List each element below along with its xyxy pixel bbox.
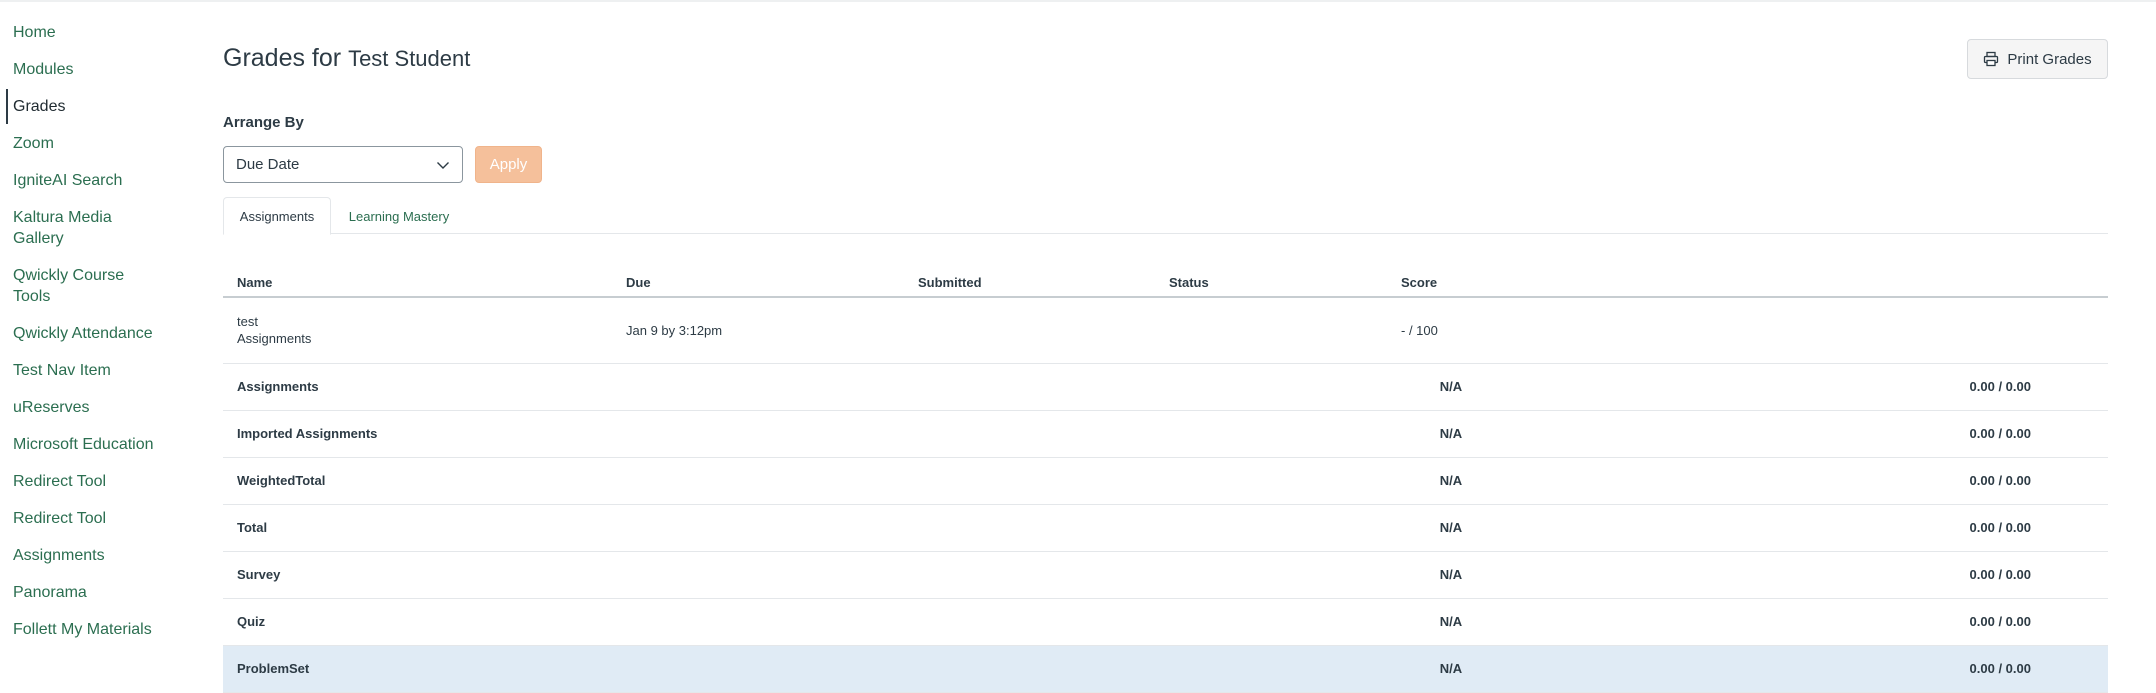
assignment-score: - / 100 [1401,297,1501,364]
print-grades-label: Print Grades [2007,50,2092,68]
table-row: Quiz N/A 0.00 / 0.00 [223,598,2108,646]
apply-button[interactable]: Apply [475,146,542,183]
row-spacer [1169,551,1401,599]
table-row: Assignments N/A 0.00 / 0.00 [223,363,2108,411]
group-name: Quiz [223,598,626,646]
group-name: Imported Assignments [223,410,626,458]
assignment-status [1169,297,1401,364]
row-spacer [918,551,1169,599]
column-header-score[interactable]: Score [1401,268,1501,298]
sidebar-item-qwickly-attendance[interactable]: Qwickly Attendance [0,323,200,344]
row-spacer [1169,457,1401,505]
sidebar-item-home[interactable]: Home [0,22,200,43]
sidebar-item-redirect-tool-2[interactable]: Redirect Tool [0,508,200,529]
sidebar-item-assignments[interactable]: Assignments [0,545,200,566]
row-spacer [918,457,1169,505]
group-total: 0.00 / 0.00 [1501,410,2108,458]
grades-table: Name Due Submitted Status Score test Ass… [223,268,2108,693]
assignment-link[interactable]: test [237,314,258,329]
sidebar-item-ureserves[interactable]: uReserves [0,397,200,418]
assignment-name-cell: test Assignments [223,297,626,364]
group-name: Total [223,504,626,552]
arrange-by-select[interactable]: Due Date [223,146,463,183]
column-header-status[interactable]: Status [1169,268,1401,298]
group-score: N/A [1401,551,1501,599]
row-spacer [918,504,1169,552]
group-score: N/A [1401,457,1501,505]
column-header-submitted[interactable]: Submitted [918,268,1169,298]
table-row: WeightedTotal N/A 0.00 / 0.00 [223,457,2108,505]
printer-icon [1984,51,1999,67]
sidebar-item-grades[interactable]: Grades [0,89,200,124]
group-total: 0.00 / 0.00 [1501,504,2108,552]
row-spacer [626,551,918,599]
sidebar-item-panorama[interactable]: Panorama [0,582,200,603]
group-score: N/A [1401,598,1501,646]
arrange-by-value: Due Date [236,156,300,173]
column-header-name[interactable]: Name [223,268,626,298]
sidebar-item-zoom[interactable]: Zoom [0,133,200,154]
row-spacer [626,504,918,552]
print-grades-button[interactable]: Print Grades [1967,39,2108,79]
group-score: N/A [1401,504,1501,552]
table-row: Total N/A 0.00 / 0.00 [223,504,2108,552]
row-spacer [918,410,1169,458]
column-header-spacer [1501,268,2108,298]
table-row: Survey N/A 0.00 / 0.00 [223,551,2108,599]
group-name: Survey [223,551,626,599]
chevron-down-icon [437,161,449,169]
sidebar-item-redirect-tool[interactable]: Redirect Tool [0,471,200,492]
row-spacer [1169,598,1401,646]
table-row: Imported Assignments N/A 0.00 / 0.00 [223,410,2108,458]
row-spacer [1169,363,1401,411]
tab-assignments[interactable]: Assignments [223,197,331,235]
sidebar-item-test-nav-item[interactable]: Test Nav Item [0,360,200,381]
row-spacer [1169,504,1401,552]
tab-learning-mastery[interactable]: Learning Mastery [335,197,463,235]
group-score: N/A [1401,410,1501,458]
group-total: 0.00 / 0.00 [1501,551,2108,599]
row-spacer [626,363,918,411]
sidebar-item-follett-my-materials[interactable]: Follett My Materials [0,619,200,640]
group-total: 0.00 / 0.00 [1501,598,2108,646]
sidebar-item-modules[interactable]: Modules [0,59,200,80]
row-spacer [918,598,1169,646]
assignment-group-label: Assignments [237,331,312,347]
title-prefix: Grades for [223,44,342,72]
group-total: 0.00 / 0.00 [1501,457,2108,505]
grades-main: Grades for Test Student Print Grades Arr… [223,0,2108,693]
row-spacer [918,363,1169,411]
group-name: WeightedTotal [223,457,626,505]
row-spacer [626,598,918,646]
group-name: Assignments [223,363,626,411]
assignment-submitted [918,297,1169,364]
table-row: test Assignments Jan 9 by 3:12pm - / 100 [223,297,2108,364]
group-score: N/A [1401,363,1501,411]
page-title: Grades for Test Student [223,42,470,75]
arrange-by-label: Arrange By [223,114,304,131]
sidebar-item-qwickly-course-tools[interactable]: Qwickly Course Tools [0,265,130,307]
assignment-due: Jan 9 by 3:12pm [626,297,918,364]
student-name: Test Student [348,46,471,71]
course-nav: Home Modules Grades Zoom IgniteAI Search… [0,22,200,640]
sidebar-item-igniteai-search[interactable]: IgniteAI Search [0,170,200,191]
row-spacer [1169,410,1401,458]
row-spacer [626,457,918,505]
column-header-due[interactable]: Due [626,268,918,298]
grades-tabs: Assignments Learning Mastery [223,197,2108,235]
group-total: 0.00 / 0.00 [1501,363,2108,411]
sidebar-item-microsoft-education[interactable]: Microsoft Education [0,434,200,455]
row-spacer [626,410,918,458]
table-header-row: Name Due Submitted Status Score [223,268,2108,298]
sidebar-item-kaltura-media-gallery[interactable]: Kaltura Media Gallery [0,207,130,249]
row-spacer [1501,297,2108,364]
